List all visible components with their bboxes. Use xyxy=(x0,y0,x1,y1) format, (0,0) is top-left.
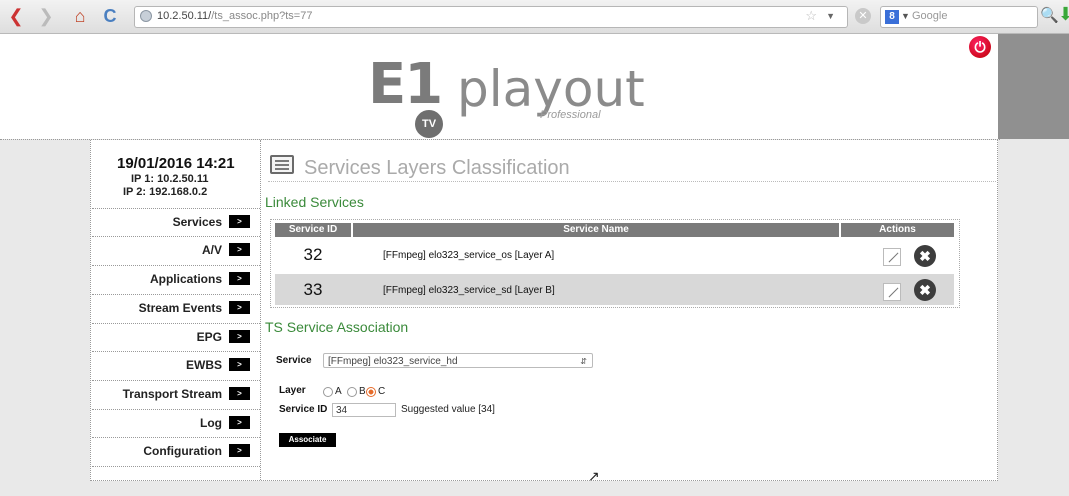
sidebar-item-av[interactable]: A/V > xyxy=(92,236,260,262)
url-text: 10.2.50.11//ts_assoc.php?ts=77 xyxy=(157,10,313,22)
url-dropdown-icon[interactable]: ▼ xyxy=(826,11,835,21)
arrow-icon[interactable]: > xyxy=(229,272,250,285)
engine-dropdown-icon[interactable]: ▼ xyxy=(901,11,910,21)
service-label: Service xyxy=(276,355,312,366)
select-arrows-icon: ⇵ xyxy=(580,357,587,366)
service-id-label: Service ID xyxy=(279,404,328,415)
service-id: 33 xyxy=(303,280,323,299)
reload-icon[interactable]: C xyxy=(100,6,120,26)
datetime: 19/01/2016 14:21 xyxy=(117,155,235,172)
table-row xyxy=(275,240,954,271)
linked-services-title: Linked Services xyxy=(265,194,364,210)
suggested-value: Suggested value [34] xyxy=(401,404,495,415)
sidebar-item-stream-events[interactable]: Stream Events > xyxy=(92,294,260,320)
ip2: IP 2: 192.168.0.2 xyxy=(123,186,208,198)
service-name: [FFmpeg] elo323_service_sd [Layer B] xyxy=(383,285,555,296)
arrow-icon[interactable]: > xyxy=(229,416,250,429)
edit-icon[interactable] xyxy=(883,248,901,266)
sidebar-item-log[interactable]: Log > xyxy=(92,409,260,435)
download-icon[interactable]: ⬇ xyxy=(1058,4,1069,25)
table-header-actions: Actions xyxy=(841,223,954,237)
sidebar-divider xyxy=(92,466,260,467)
power-icon[interactable]: ⏻ xyxy=(969,36,991,58)
edit-icon[interactable] xyxy=(883,283,901,301)
service-id-input[interactable] xyxy=(332,403,396,417)
search-icon[interactable]: 🔍 xyxy=(1040,6,1059,24)
delete-icon[interactable]: ✖ xyxy=(914,245,936,267)
sidebar-item-transport-stream[interactable]: Transport Stream > xyxy=(92,380,260,406)
sidebar-item-applications[interactable]: Applications > xyxy=(92,265,260,291)
page-title: Services Layers Classification xyxy=(304,157,570,179)
delete-icon[interactable]: ✖ xyxy=(914,279,936,301)
table-header-id: Service ID xyxy=(275,223,351,237)
arrow-icon[interactable]: > xyxy=(229,358,250,371)
back-icon[interactable]: ❮ xyxy=(6,6,26,26)
globe-icon xyxy=(140,10,152,22)
home-icon[interactable]: ⌂ xyxy=(70,6,90,26)
arrow-icon[interactable]: > xyxy=(229,215,250,228)
sidebar-item-services[interactable]: Services > xyxy=(92,208,260,234)
radio-label-a: A xyxy=(335,386,342,397)
arrow-icon[interactable]: > xyxy=(229,243,250,256)
table-row xyxy=(275,274,954,305)
arrow-icon[interactable]: > xyxy=(229,444,250,457)
layer-label: Layer xyxy=(279,385,306,396)
radio-label-c: C xyxy=(378,386,386,397)
table-header-name: Service Name xyxy=(353,223,839,237)
url-bar[interactable]: 10.2.50.11//ts_assoc.php?ts=77 ☆ ▼ xyxy=(134,6,848,28)
sidebar-item-configuration[interactable]: Configuration > xyxy=(92,437,260,463)
logo-professional: Professional xyxy=(540,109,601,121)
forward-icon[interactable]: ❯ xyxy=(36,6,56,26)
stop-icon[interactable]: ✕ xyxy=(855,8,871,24)
arrow-icon[interactable]: > xyxy=(229,330,250,343)
service-name: [FFmpeg] elo323_service_os [Layer A] xyxy=(383,250,555,261)
search-engine-icon[interactable]: 8 xyxy=(885,10,899,24)
sidebar-item-epg[interactable]: EPG > xyxy=(92,323,260,349)
radio-label-b: B xyxy=(359,386,366,397)
header-side-block xyxy=(998,34,1069,139)
radio-layer-b[interactable] xyxy=(347,387,357,397)
document-list-icon xyxy=(270,155,294,174)
radio-layer-c[interactable] xyxy=(366,387,376,397)
ts-association-title: TS Service Association xyxy=(265,319,409,335)
ip1: IP 1: 10.2.50.11 xyxy=(131,173,209,185)
associate-button[interactable]: Associate xyxy=(279,433,336,447)
arrow-icon[interactable]: > xyxy=(229,387,250,400)
service-id: 32 xyxy=(303,245,323,264)
mouse-cursor-icon: ↗ xyxy=(588,468,600,484)
sidebar-item-ewbs[interactable]: EWBS > xyxy=(92,351,260,377)
logo-tv-badge: TV xyxy=(413,108,445,140)
title-divider xyxy=(268,181,996,182)
service-select[interactable]: [FFmpeg] elo323_service_hd ⇵ xyxy=(323,353,593,368)
browser-toolbar: ❮ ❯ ⌂ C 10.2.50.11//ts_assoc.php?ts=77 ☆… xyxy=(0,0,1069,34)
search-input[interactable]: 8 ▼ Google xyxy=(880,6,1038,28)
arrow-icon[interactable]: > xyxy=(229,301,250,314)
radio-layer-a[interactable] xyxy=(323,387,333,397)
bookmark-star-icon[interactable]: ☆ xyxy=(805,8,817,24)
search-placeholder: Google xyxy=(912,10,948,22)
